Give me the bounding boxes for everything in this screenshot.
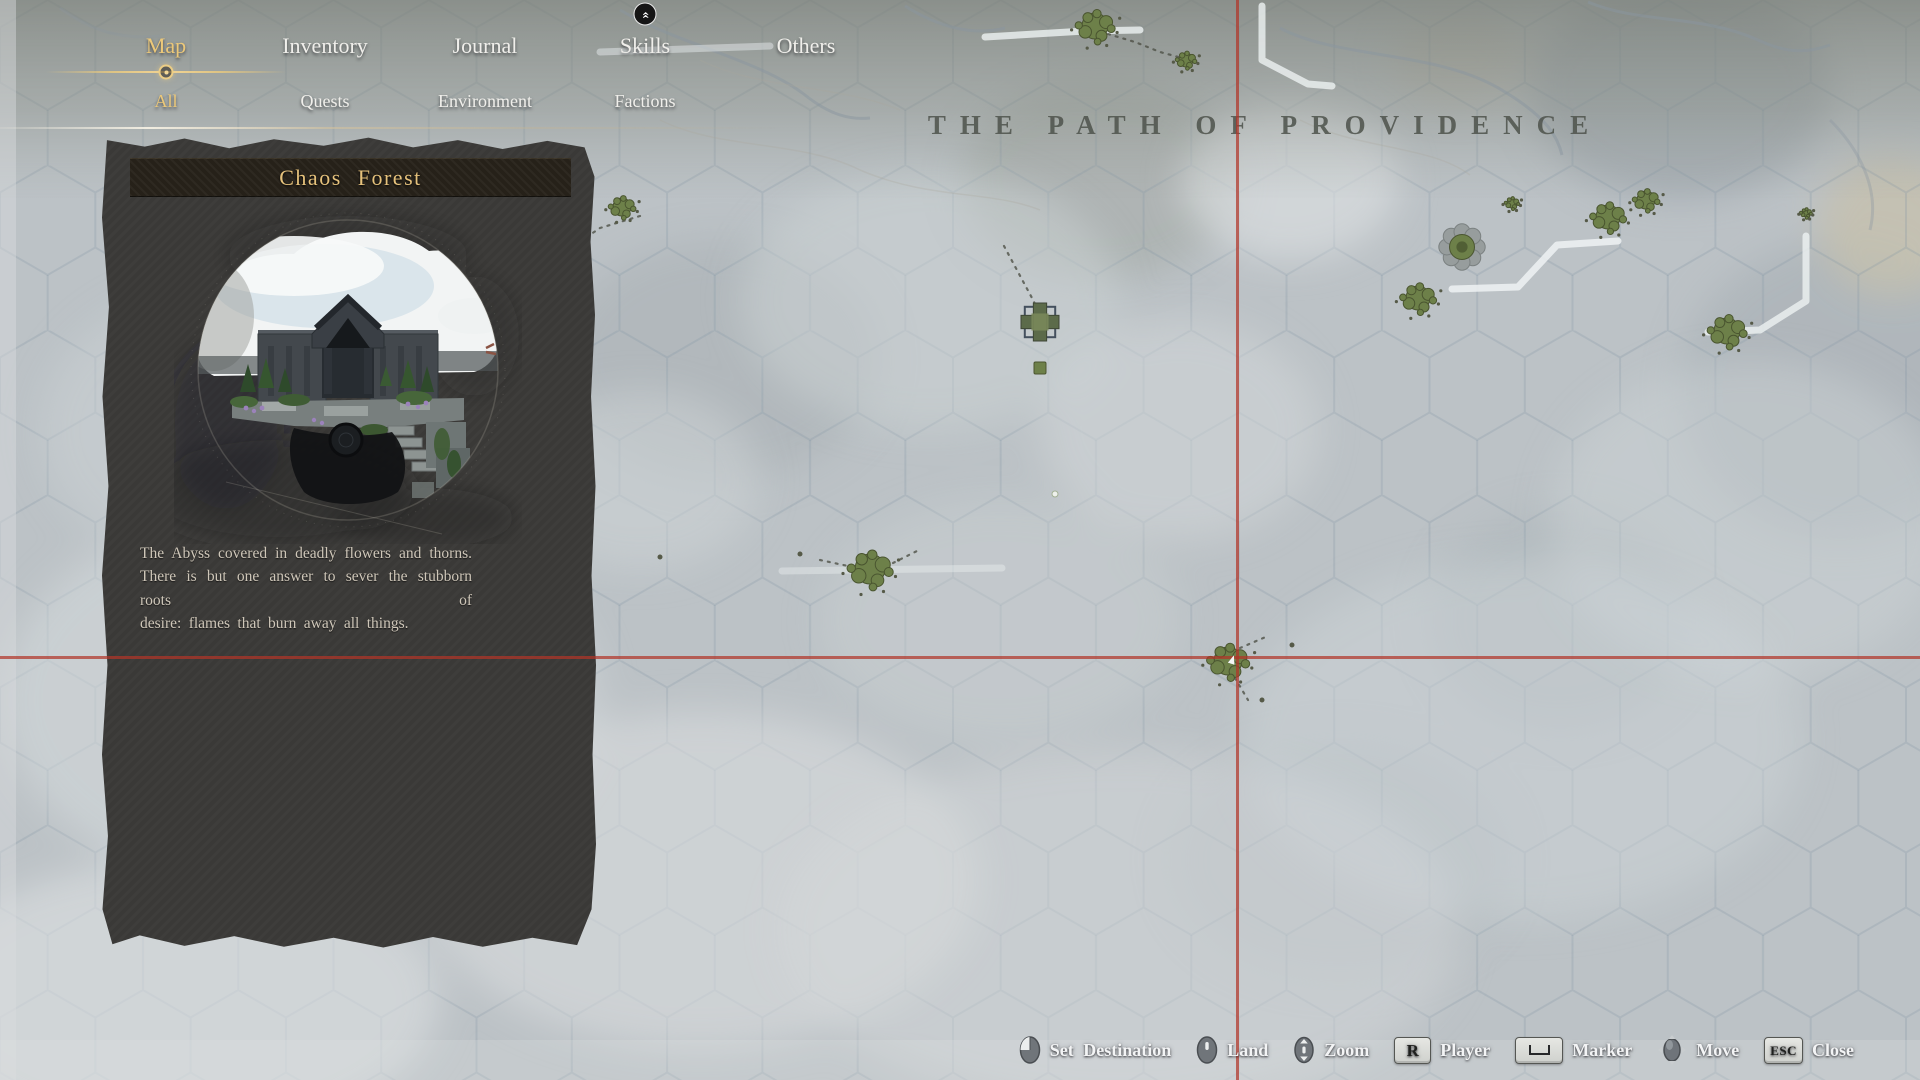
map-location[interactable] <box>1260 698 1265 703</box>
description-line: desire: flames that burn away all things… <box>140 612 472 635</box>
location-title: Chaos Forest <box>279 165 422 191</box>
location-title-band: Chaos Forest <box>130 158 571 197</box>
move-control[interactable]: Move <box>1657 1034 1739 1066</box>
control-label: Land <box>1227 1040 1268 1061</box>
control-hints-bar: Set Destination Land Zoom R Player Marke… <box>1019 1034 1854 1066</box>
mouse-middle-icon <box>1196 1035 1218 1065</box>
control-label: Close <box>1812 1040 1854 1061</box>
map-location[interactable] <box>1290 643 1295 648</box>
control-label: Set Destination <box>1050 1040 1172 1061</box>
location-illustration <box>174 196 522 544</box>
spacebar-key-icon <box>1515 1037 1563 1064</box>
active-tab-ornament-icon <box>159 65 174 80</box>
description-line: The Abyss covered in deadly flowers and … <box>140 542 472 565</box>
key-esc: ESC <box>1764 1037 1803 1064</box>
mouse-scroll-icon <box>1293 1034 1315 1066</box>
map-location[interactable] <box>658 555 663 560</box>
tab-others[interactable]: Others <box>777 33 836 59</box>
subtab-separator <box>0 127 780 129</box>
region-title: THE PATH OF PROVIDENCE <box>928 110 1602 141</box>
map-location[interactable] <box>1052 491 1058 497</box>
mouse-left-icon <box>1019 1035 1041 1065</box>
map-location[interactable] <box>1439 224 1485 270</box>
map-location[interactable] <box>798 552 803 557</box>
map-location[interactable] <box>1034 362 1046 374</box>
control-label: Move <box>1696 1040 1739 1061</box>
location-info-panel: Chaos Forest <box>100 136 597 950</box>
tab-map[interactable]: Map <box>146 33 186 59</box>
subtab-factions[interactable]: Factions <box>615 91 676 112</box>
crosshair-vertical-line <box>1236 0 1239 1080</box>
subtab-environment[interactable]: Environment <box>438 91 532 112</box>
key-r: R <box>1394 1037 1431 1064</box>
zoom-control[interactable]: Zoom <box>1293 1034 1369 1066</box>
marker-control[interactable]: Marker <box>1515 1037 1632 1064</box>
control-label: Zoom <box>1324 1040 1369 1061</box>
subtab-quests[interactable]: Quests <box>301 91 350 112</box>
player-control[interactable]: R Player <box>1394 1037 1490 1064</box>
location-description: The Abyss covered in deadly flowers and … <box>140 542 472 635</box>
control-label: Player <box>1440 1040 1490 1061</box>
crosshair-horizontal-line <box>0 656 1920 659</box>
set-destination-control[interactable]: Set Destination <box>1019 1035 1172 1065</box>
mouse-move-icon <box>1657 1034 1687 1066</box>
skills-chevron-up-icon: « <box>634 3 657 26</box>
land-control[interactable]: Land <box>1196 1035 1268 1065</box>
tab-skills[interactable]: Skills <box>620 33 670 59</box>
game-map-screen: { "nav_main": [ {"label":"Map","active":… <box>0 0 1920 1080</box>
subtab-all[interactable]: All <box>154 91 177 112</box>
close-control[interactable]: ESC Close <box>1764 1037 1854 1064</box>
description-line: There is but one answer to sever the stu… <box>140 565 472 612</box>
tab-journal[interactable]: Journal <box>453 33 518 59</box>
control-label: Marker <box>1572 1040 1632 1061</box>
tab-inventory[interactable]: Inventory <box>282 33 368 59</box>
